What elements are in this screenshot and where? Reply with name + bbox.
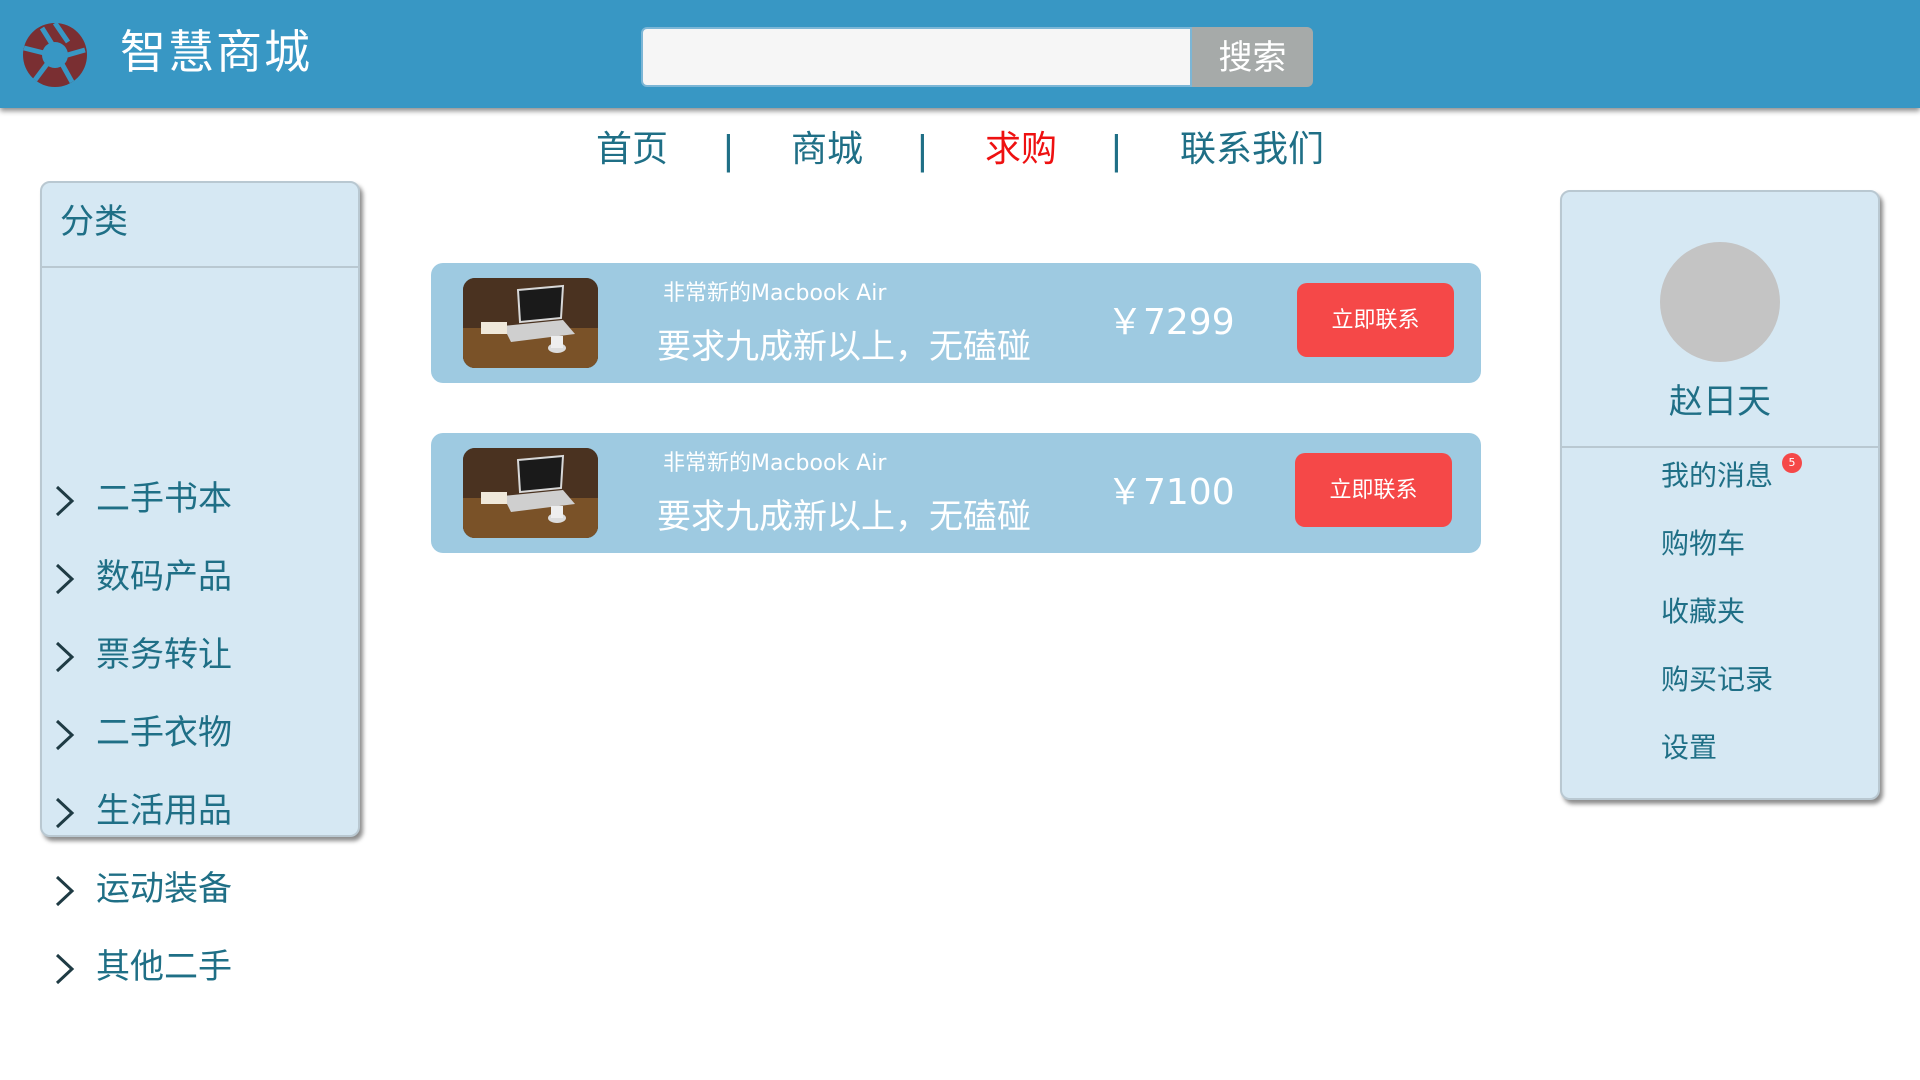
chevron-right-icon xyxy=(55,953,75,985)
request-description: 要求九成新以上，无磕碰 xyxy=(657,497,1031,537)
nav-separator: | xyxy=(916,128,929,172)
contact-now-button[interactable]: 立即联系 xyxy=(1297,283,1454,357)
category-panel: 分类 二手书本 数码产品 票务转让 二手衣物 生活用品 运动装备 其他二手 xyxy=(40,181,360,987)
nav-item-mall[interactable]: 商城 xyxy=(791,120,863,180)
request-description: 要求九成新以上，无磕碰 xyxy=(657,327,1031,367)
request-price: ￥7100 xyxy=(1107,472,1235,513)
category-label: 其他二手 xyxy=(96,947,232,987)
laptop-photo-thumbnail xyxy=(463,278,598,368)
request-card[interactable]: 非常新的Macbook Air 要求九成新以上，无磕碰 ￥7299 立即联系 xyxy=(431,263,1481,383)
request-item-name: 非常新的Macbook Air xyxy=(663,281,887,306)
chevron-right-icon xyxy=(55,563,75,595)
nav-separator: | xyxy=(1110,128,1123,172)
category-item-tickets[interactable]: 票务转让 xyxy=(42,625,358,685)
menu-purchase-history[interactable]: 购买记录 xyxy=(1661,658,1773,702)
category-label: 二手书本 xyxy=(96,479,232,519)
chevron-right-icon xyxy=(55,797,75,829)
contact-now-button[interactable]: 立即联系 xyxy=(1295,453,1452,527)
brand-title[interactable]: 智慧商城 xyxy=(120,22,312,82)
nav-item-contact[interactable]: 联系我们 xyxy=(1180,120,1324,180)
search-button[interactable]: 搜索 xyxy=(1192,27,1313,87)
chevron-right-icon xyxy=(55,875,75,907)
chevron-right-icon xyxy=(55,485,75,517)
menu-my-messages[interactable]: 我的消息 xyxy=(1661,454,1773,498)
message-count-badge: 5 xyxy=(1782,453,1802,473)
menu-favorites[interactable]: 收藏夹 xyxy=(1661,590,1745,634)
request-card[interactable]: 非常新的Macbook Air 要求九成新以上，无磕碰 ￥7100 立即联系 xyxy=(431,433,1481,553)
user-divider xyxy=(1562,446,1878,448)
top-header-bar: 智慧商城 搜索 xyxy=(0,0,1920,108)
request-price: ￥7299 xyxy=(1107,302,1235,343)
category-item-sports[interactable]: 运动装备 xyxy=(42,859,358,919)
nav-separator: | xyxy=(722,128,735,172)
laptop-photo-thumbnail xyxy=(463,448,598,538)
category-item-daily[interactable]: 生活用品 xyxy=(42,781,358,841)
category-label: 票务转让 xyxy=(96,635,232,675)
category-divider xyxy=(42,266,358,268)
category-title: 分类 xyxy=(60,202,128,242)
chevron-right-icon xyxy=(55,641,75,673)
aperture-logo-icon[interactable] xyxy=(20,20,90,90)
main-nav: 首页 | 商城 | 求购 | 联系我们 xyxy=(0,120,1920,180)
category-item-clothes[interactable]: 二手衣物 xyxy=(42,703,358,763)
search-input[interactable] xyxy=(641,27,1192,87)
user-name: 赵日天 xyxy=(1669,382,1771,422)
user-panel: 赵日天 我的消息 5 购物车 收藏夹 购买记录 设置 xyxy=(1560,190,1880,800)
category-item-other[interactable]: 其他二手 xyxy=(42,937,358,997)
category-item-books[interactable]: 二手书本 xyxy=(42,469,358,529)
nav-item-wanted[interactable]: 求购 xyxy=(985,120,1057,180)
avatar[interactable] xyxy=(1660,242,1780,362)
menu-shopping-cart[interactable]: 购物车 xyxy=(1661,522,1745,566)
menu-settings[interactable]: 设置 xyxy=(1661,726,1717,770)
category-label: 生活用品 xyxy=(96,791,232,831)
category-label: 数码产品 xyxy=(96,557,232,597)
category-label: 运动装备 xyxy=(96,869,232,909)
category-label: 二手衣物 xyxy=(96,713,232,753)
chevron-right-icon xyxy=(55,719,75,751)
nav-item-home[interactable]: 首页 xyxy=(596,120,668,180)
category-item-digital[interactable]: 数码产品 xyxy=(42,547,358,607)
request-item-name: 非常新的Macbook Air xyxy=(663,451,887,476)
